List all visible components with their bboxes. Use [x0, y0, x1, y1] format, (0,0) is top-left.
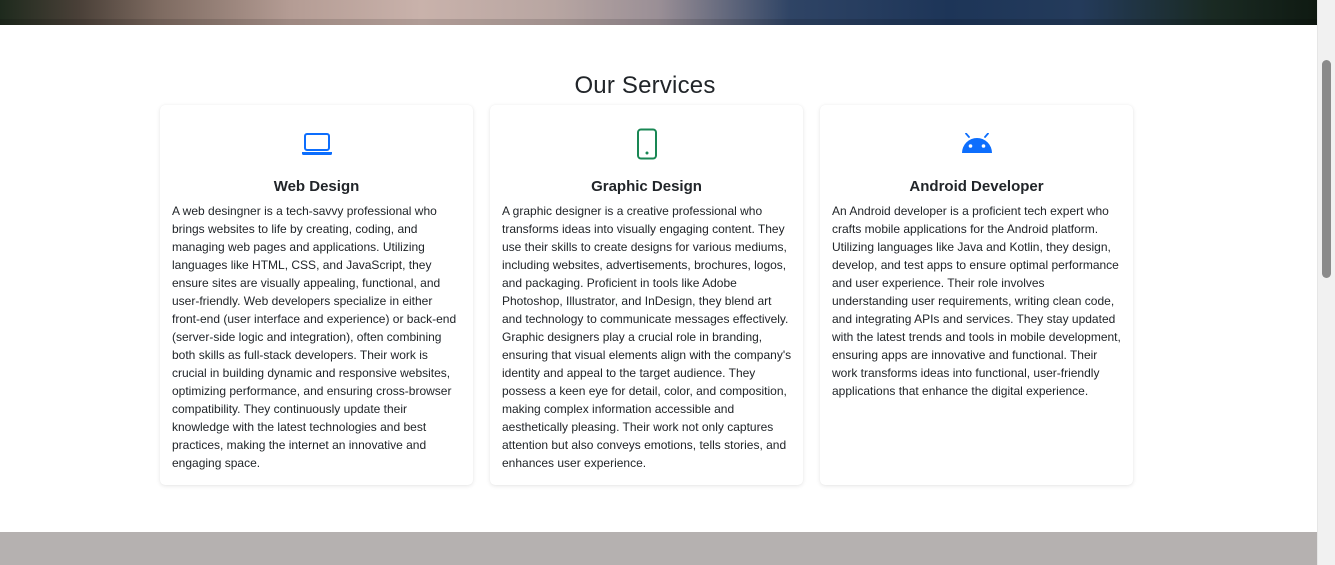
service-card-graphic-design: Graphic Design A graphic designer is a c…	[490, 105, 803, 485]
service-card-android-developer: Android Developer An Android developer i…	[820, 105, 1133, 485]
hero-image	[0, 0, 1317, 25]
card-description: A graphic designer is a creative profess…	[502, 204, 792, 470]
footer-section	[0, 532, 1317, 565]
card-title: Android Developer	[909, 178, 1044, 195]
laptop-icon	[160, 127, 473, 161]
vertical-scrollbar[interactable]	[1317, 0, 1335, 565]
service-card-web-design: Web Design A web desingner is a tech-sav…	[160, 105, 473, 485]
card-title: Web Design	[273, 178, 360, 195]
android-icon	[820, 127, 1133, 161]
scrollbar-thumb[interactable]	[1322, 60, 1331, 278]
card-title: Graphic Design	[591, 178, 702, 195]
services-heading: Our Services	[574, 72, 716, 99]
page: Our Services Web Design A web desingner …	[0, 0, 1317, 565]
card-description: A web desingner is a tech-savvy professi…	[172, 204, 457, 470]
phone-icon	[490, 127, 803, 161]
card-description: An Android developer is a proficient tec…	[832, 204, 1121, 398]
